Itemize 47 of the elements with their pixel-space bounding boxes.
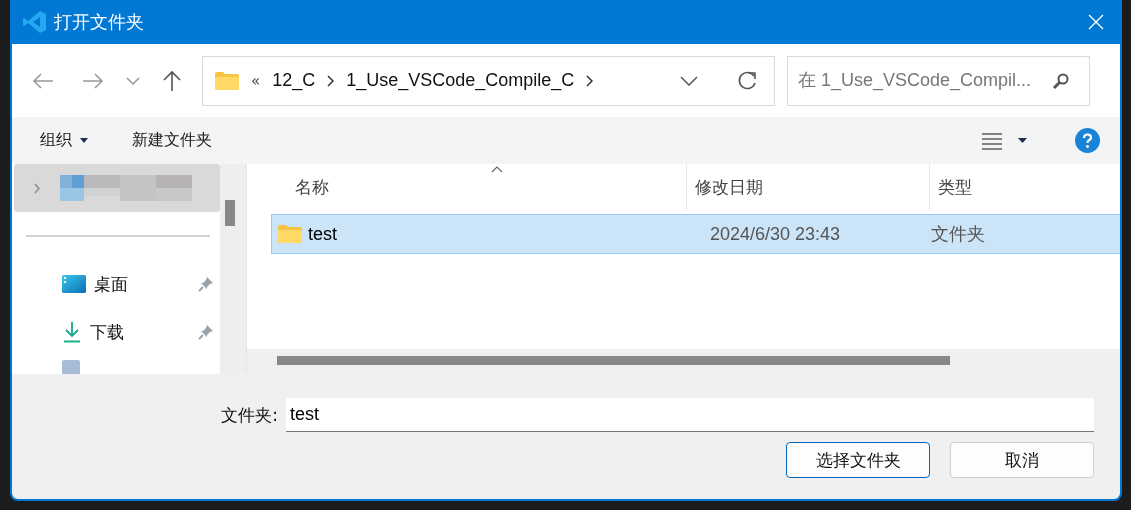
sidebar-item[interactable]: 下载 (12, 308, 220, 356)
pin-icon[interactable] (198, 324, 214, 340)
list-view-icon (982, 131, 1002, 150)
dialog-button[interactable]: 取消 (950, 442, 1094, 478)
scrollbar-thumb[interactable] (277, 356, 950, 365)
folder-icon (215, 71, 239, 90)
overflow-chevron[interactable]: « (251, 71, 261, 90)
breadcrumb[interactable]: 1_Use_VSCode_Compile_C (346, 70, 575, 91)
caret-icon (80, 138, 88, 143)
new-folder-button[interactable]: 新建文件夹 (122, 124, 222, 157)
app-logo-icon (22, 9, 48, 35)
caret-icon (1018, 138, 1027, 143)
pin-icon[interactable] (198, 276, 214, 292)
chevron-right-icon[interactable] (327, 74, 335, 87)
file-row[interactable]: test 2024/6/30 23:43 文件夹 (271, 214, 1120, 254)
forward-arrow-icon[interactable] (82, 71, 104, 90)
up-arrow-icon[interactable] (162, 69, 182, 92)
modified-date: 2024/6/30 23:43 (709, 223, 842, 245)
column-header[interactable]: 名称 (247, 164, 687, 210)
sidebar-item[interactable] (14, 164, 220, 212)
search-field[interactable]: 在 1_Use_VSCode_Compil... (787, 55, 1090, 106)
folder-name-field[interactable]: test (286, 398, 1094, 432)
chevron-right-icon[interactable] (586, 74, 594, 87)
organize-menu[interactable]: 组织 (30, 124, 98, 157)
address-bar[interactable]: « 12_C 1_Use_VSCode_Compile_C (202, 55, 775, 106)
search-icon (1052, 71, 1070, 90)
column-header[interactable]: 修改日期 (687, 164, 930, 210)
field-label: 文件夹: (221, 403, 278, 427)
sidebar-label: 桌面 (94, 272, 128, 296)
column-header[interactable]: 类型 (930, 164, 1100, 210)
folder-icon (278, 225, 302, 243)
sidebar-label: 下载 (90, 320, 124, 344)
close-icon[interactable] (1088, 14, 1104, 30)
download-icon (62, 321, 82, 343)
file-name: test (308, 223, 337, 245)
refresh-icon[interactable] (736, 69, 758, 92)
chevron-right-icon (34, 182, 40, 194)
window-title: 打开文件夹 (54, 10, 144, 34)
scrollbar-thumb[interactable] (225, 200, 235, 226)
dialog-button[interactable]: 选择文件夹 (786, 442, 930, 478)
breadcrumb[interactable]: 12_C (272, 70, 316, 91)
back-arrow-icon[interactable] (32, 71, 54, 90)
help-icon[interactable] (1075, 128, 1100, 153)
sidebar-item[interactable]: 桌面 (12, 260, 220, 308)
chevron-down-icon[interactable] (680, 75, 698, 86)
desktop-icon (62, 275, 86, 293)
file-type: 文件夹 (931, 222, 985, 246)
